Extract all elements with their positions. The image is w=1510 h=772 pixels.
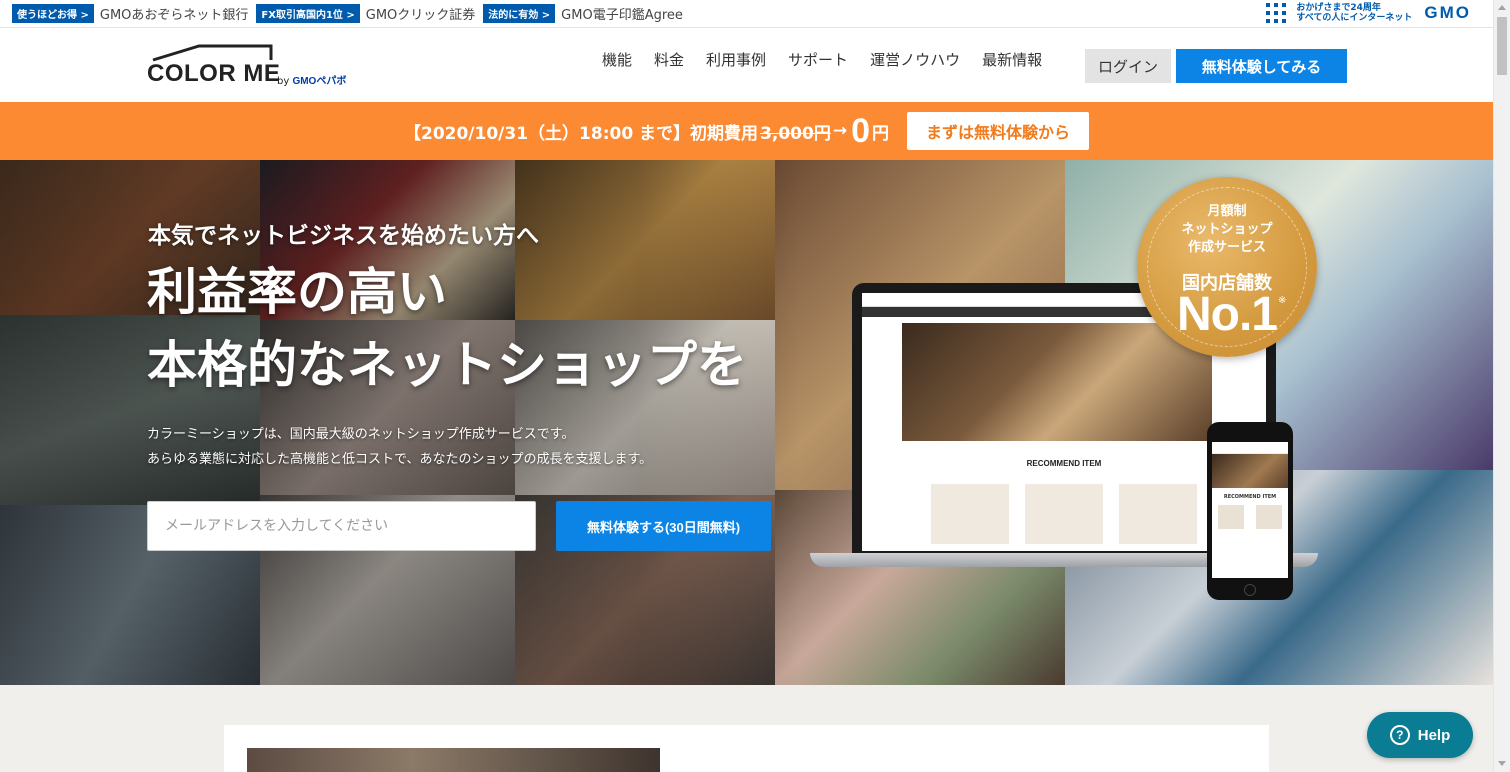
- campaign-new-price: 0: [851, 111, 871, 150]
- phone-mockup: RECOMMEND ITEM: [1207, 422, 1293, 600]
- nav-case-studies[interactable]: 利用事例: [706, 49, 766, 70]
- campaign-arrow: →: [832, 121, 848, 141]
- campaign-price-unit: 円: [872, 123, 890, 144]
- phone-recommend-heading: RECOMMEND ITEM: [1223, 494, 1277, 500]
- campaign-cta-button[interactable]: まずは無料体験から: [907, 112, 1090, 150]
- logo-text: COLOR ME: [147, 60, 281, 87]
- hero-section: 本気でネットビジネスを始めたい方へ 利益率の高い 本格的なネットショップを カラ…: [0, 160, 1493, 685]
- help-button[interactable]: ? Help: [1367, 712, 1473, 758]
- no1-badge: 月額制 ネットショップ 作成サービス 国内店舗数 No.1 ※: [1137, 177, 1317, 357]
- gmo-link-label: GMOあおぞらネット銀行: [99, 8, 249, 23]
- phone-screen: RECOMMEND ITEM: [1212, 442, 1288, 578]
- hero-description: カラーミーショップは、国内最大級のネットショップ作成サービスです。 あらゆる業態…: [147, 427, 653, 467]
- help-label: Help: [1417, 726, 1451, 744]
- gmo-link-badge: 使うほどお得 >: [12, 4, 94, 23]
- badge-no1: No.1: [1176, 288, 1278, 341]
- nav-features[interactable]: 機能: [602, 49, 632, 70]
- gmo-link-badge: FX取引高国内1位 >: [256, 4, 360, 23]
- nav-knowhow[interactable]: 運営ノウハウ: [870, 49, 960, 70]
- badge-caption: 月額制 ネットショップ 作成サービス: [1181, 204, 1273, 255]
- scroll-down-arrow-icon[interactable]: [1498, 761, 1506, 766]
- gmo-link-agree[interactable]: 法的に有効 > GMO電子印鑑Agree: [483, 4, 683, 23]
- main-nav: 機能 料金 利用事例 サポート 運営ノウハウ 最新情報: [602, 49, 1064, 70]
- gmo-group-logo-area[interactable]: おかげさまで24周年 すべての人にインターネット GMO: [1266, 3, 1471, 23]
- phone-home-button: [1244, 584, 1256, 596]
- badge-footnote-mark: ※: [1278, 295, 1287, 306]
- gmo-group-bar: 使うほどお得 > GMOあおぞらネット銀行 FX取引高国内1位 > GMOクリッ…: [0, 0, 1493, 28]
- email-input[interactable]: [147, 501, 536, 551]
- nav-pricing[interactable]: 料金: [654, 49, 684, 70]
- gmo-link-badge: 法的に有効 >: [483, 4, 556, 23]
- content-image: [247, 748, 660, 772]
- laptop-recommend-items: [862, 484, 1266, 544]
- login-button[interactable]: ログイン: [1085, 49, 1171, 83]
- logo-byline: by GMOペパボ: [277, 76, 347, 87]
- site-header: COLOR ME by GMOペパボ 機能 料金 利用事例 サポート 運営ノウハ…: [0, 28, 1493, 102]
- hero-title: 利益率の高い 本格的なネットショップを: [147, 263, 747, 394]
- nav-news[interactable]: 最新情報: [982, 49, 1042, 70]
- laptop-recommend-heading: RECOMMEND ITEM: [1026, 459, 1102, 468]
- gmo-link-click-securities[interactable]: FX取引高国内1位 > GMOクリック証券: [256, 4, 475, 23]
- gmo-grid-icon: [1266, 3, 1287, 23]
- gmo-link-aozora[interactable]: 使うほどお得 > GMOあおぞらネット銀行: [12, 4, 248, 23]
- campaign-deadline: 【2020/10/31（土）18:00 まで】初期費用: [403, 123, 759, 144]
- campaign-text: 【2020/10/31（土）18:00 まで】初期費用 3,000円 → 0 円: [404, 112, 889, 151]
- free-trial-button[interactable]: 無料体験してみる: [1176, 49, 1347, 83]
- gmo-slogan: おかげさまで24周年 すべての人にインターネット: [1296, 3, 1413, 23]
- scroll-up-arrow-icon[interactable]: [1498, 5, 1506, 10]
- campaign-banner: 【2020/10/31（土）18:00 まで】初期費用 3,000円 → 0 円…: [0, 102, 1493, 160]
- scroll-thumb[interactable]: [1497, 17, 1507, 75]
- nav-support[interactable]: サポート: [788, 49, 848, 70]
- gmo-link-label: GMOクリック証券: [365, 8, 476, 23]
- campaign-old-price: 3,000円: [760, 123, 831, 144]
- hero-lead: 本気でネットビジネスを始めたい方へ: [148, 223, 539, 249]
- colorme-logo[interactable]: COLOR ME by GMOペパボ: [147, 44, 377, 87]
- gmo-logo: GMO: [1424, 3, 1471, 22]
- page-scrollbar[interactable]: [1493, 0, 1510, 772]
- question-icon: ?: [1389, 725, 1410, 745]
- start-trial-button[interactable]: 無料体験する(30日間無料): [556, 501, 771, 551]
- gmo-link-label: GMO電子印鑑Agree: [561, 8, 683, 23]
